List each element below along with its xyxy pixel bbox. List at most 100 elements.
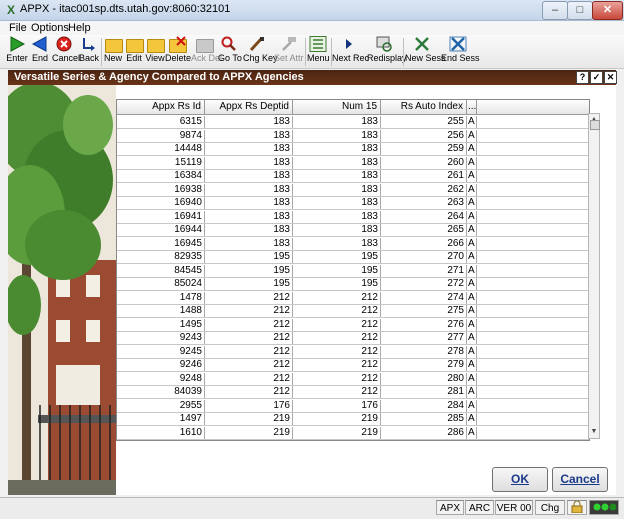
column-header[interactable]: Appx Rs Id <box>117 100 205 114</box>
form-close-button[interactable]: ✕ <box>604 71 617 84</box>
menu-button[interactable]: Menu <box>307 36 330 63</box>
ack-del-button[interactable]: Ack Del <box>191 36 222 63</box>
table-cell: 270 <box>381 251 467 263</box>
ok-button[interactable]: OK <box>492 467 548 492</box>
end-arrow-icon <box>31 36 49 52</box>
set-attr-button[interactable]: Set Attr <box>274 36 304 63</box>
table-row[interactable]: 16384 183 183 261 A <box>117 170 589 183</box>
menu-file[interactable]: File <box>9 22 27 34</box>
back-label: Back <box>79 53 100 63</box>
table-cell: 195 <box>293 264 381 277</box>
appx-logo-icon: X <box>6 3 15 17</box>
scroll-down-arrow-icon[interactable]: ▼ <box>589 426 599 438</box>
column-header[interactable]: Appx Rs Deptid <box>205 100 293 114</box>
table-row[interactable]: 16941 183 183 264 A <box>117 210 589 224</box>
folder-edit-icon <box>125 36 144 53</box>
new-sess-label: New Sess <box>405 53 446 63</box>
table-cell: 9248 <box>117 372 205 385</box>
table-row[interactable]: 9874 183 183 256 A <box>117 129 589 143</box>
table-row[interactable]: 15119 183 183 260 A <box>117 156 589 170</box>
table-cell: A <box>467 426 477 439</box>
table-row[interactable]: 84545 195 195 271 A <box>117 264 589 278</box>
new-sess-button[interactable]: New Sess <box>405 36 446 63</box>
table-row[interactable]: 1497 219 219 285 A <box>117 413 589 426</box>
table-cell: 1610 <box>117 426 205 439</box>
column-header[interactable]: ... <box>467 100 477 114</box>
table-cell: A <box>467 318 477 331</box>
connection-lights-icon <box>589 500 619 515</box>
table-cell: 212 <box>205 332 293 344</box>
table-cell: 255 <box>381 116 467 128</box>
end-sess-label: End Sess <box>441 53 480 63</box>
table-cell: 281 <box>381 386 467 398</box>
table-row[interactable]: 16945 183 183 266 A <box>117 237 589 251</box>
table-row[interactable]: 85024 195 195 272 A <box>117 278 589 291</box>
background-photo <box>8 85 116 495</box>
table-cell: 84545 <box>117 264 205 277</box>
table-row[interactable]: 16940 183 183 263 A <box>117 197 589 210</box>
table-row[interactable]: 1478 212 212 274 A <box>117 291 589 305</box>
next-rec-label: Next Rec <box>332 53 370 63</box>
end-sess-button[interactable]: End Sess <box>441 36 480 63</box>
table-row[interactable]: 16944 183 183 265 A <box>117 224 589 237</box>
table-cell: 9245 <box>117 345 205 358</box>
table-row[interactable]: 9246 212 212 279 A <box>117 359 589 372</box>
table-row[interactable]: 1610 219 219 286 A <box>117 426 589 440</box>
cancel-button[interactable]: Cancel <box>552 467 608 492</box>
column-header[interactable]: Rs Auto Index <box>381 100 467 114</box>
table-cell: 212 <box>293 291 381 304</box>
table-cell: 212 <box>205 372 293 385</box>
table-row[interactable]: 9245 212 212 278 A <box>117 345 589 359</box>
window-title: APPX - itac001sp.dts.utah.gov:8060:32101 <box>20 3 231 15</box>
table-row[interactable]: 14448 183 183 259 A <box>117 143 589 156</box>
enter-button[interactable]: Enter <box>6 36 28 63</box>
cancel-label: Cancel <box>52 53 81 63</box>
hammer-icon <box>279 36 297 52</box>
table-cell: 219 <box>293 426 381 439</box>
table-cell: 278 <box>381 345 467 358</box>
minimize-button[interactable]: – <box>542 1 568 20</box>
table-cell: 9246 <box>117 359 205 371</box>
table-cell: 16941 <box>117 210 205 223</box>
edit-button[interactable]: Edit <box>124 36 144 63</box>
table-row[interactable]: 84039 212 212 281 A <box>117 386 589 399</box>
table-cell: 16945 <box>117 237 205 250</box>
go-to-button[interactable]: Go To <box>218 36 242 63</box>
menu-bar: File Options Help <box>0 21 624 35</box>
grid-vertical-scrollbar[interactable]: ▲ ▼ <box>588 113 600 439</box>
table-row[interactable]: 82935 195 195 270 A <box>117 251 589 264</box>
table-row[interactable]: 9248 212 212 280 A <box>117 372 589 386</box>
back-button[interactable]: Back <box>79 36 99 63</box>
table-row[interactable]: 6315 183 183 255 A <box>117 116 589 129</box>
table-cell: 6315 <box>117 116 205 128</box>
column-header[interactable]: Num 15 <box>293 100 381 114</box>
form-title-bar: Versatile Series & Agency Compared to AP… <box>8 70 617 85</box>
cancel-toolbar-button[interactable]: Cancel <box>52 36 81 63</box>
table-cell: 1497 <box>117 413 205 425</box>
scroll-thumb[interactable] <box>590 120 600 130</box>
view-button[interactable]: View <box>145 36 165 63</box>
table-row[interactable]: 16938 183 183 262 A <box>117 183 589 197</box>
table-row[interactable]: 1495 212 212 276 A <box>117 318 589 332</box>
menu-options[interactable]: Options <box>31 22 69 34</box>
menu-help[interactable]: Help <box>68 22 91 34</box>
delete-button[interactable]: Delete <box>165 36 191 63</box>
table-cell: 219 <box>205 413 293 425</box>
chg-key-button[interactable]: Chg Key <box>243 36 278 63</box>
table-row[interactable]: 2955 176 176 284 A <box>117 399 589 413</box>
table-row[interactable]: 1488 212 212 275 A <box>117 305 589 318</box>
table-cell: 9243 <box>117 332 205 344</box>
end-button[interactable]: End <box>30 36 50 63</box>
help-button[interactable]: ? <box>576 71 589 84</box>
confirm-check-button[interactable]: ✓ <box>590 71 603 84</box>
folder-view-icon <box>146 36 165 53</box>
maximize-button[interactable]: □ <box>567 1 593 20</box>
table-cell: A <box>467 170 477 182</box>
next-rec-button[interactable]: Next Rec <box>332 36 370 63</box>
new-button[interactable]: New <box>103 36 123 63</box>
table-row[interactable]: 9243 212 212 277 A <box>117 332 589 345</box>
table-cell: 256 <box>381 129 467 142</box>
close-window-button[interactable]: ✕ <box>592 1 623 20</box>
redisplay-button[interactable]: Redisplay <box>367 36 407 63</box>
table-cell: A <box>467 224 477 236</box>
